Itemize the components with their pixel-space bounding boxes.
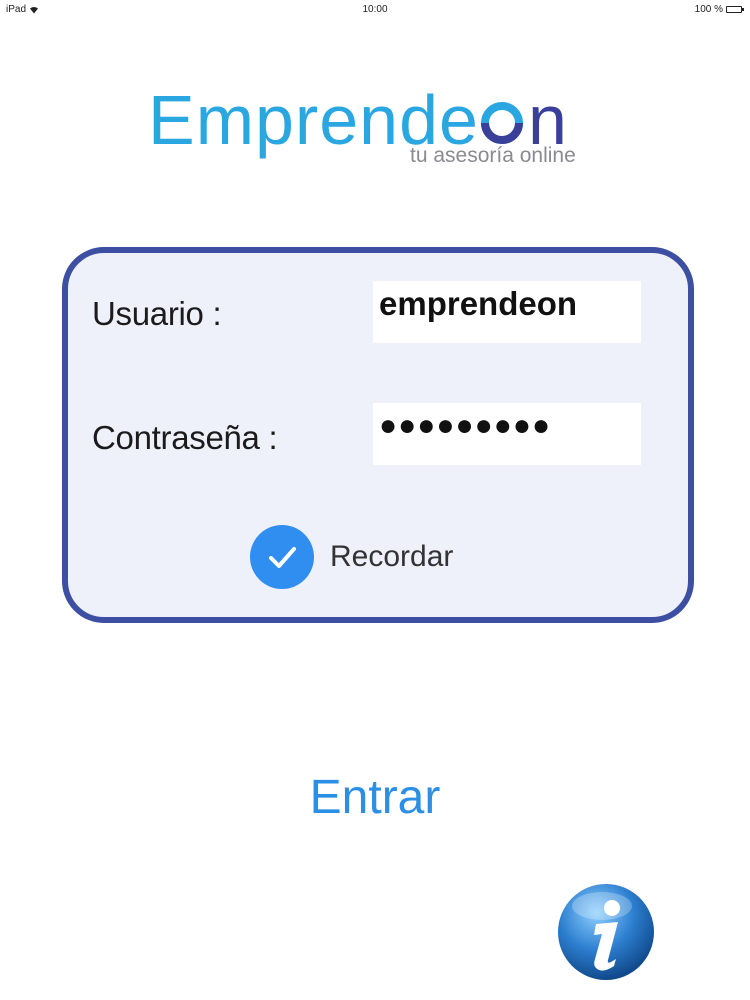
battery-percent: 100 %	[694, 4, 723, 15]
login-screen: iPad 10:00 100 % Emprende n tu asesoría …	[0, 0, 750, 1000]
status-bar: iPad 10:00 100 %	[0, 0, 750, 22]
checkmark-icon[interactable]	[250, 525, 314, 589]
password-label: Contraseña :	[92, 419, 278, 456]
info-icon[interactable]	[556, 882, 656, 982]
remember-toggle[interactable]: Recordar	[250, 525, 453, 589]
logo-tagline: tu asesoría online	[410, 144, 576, 167]
status-time: 10:00	[362, 4, 388, 15]
info-button[interactable]	[556, 882, 656, 982]
enter-button[interactable]: Entrar	[0, 770, 750, 825]
battery-icon	[726, 6, 744, 13]
username-input[interactable]: emprendeon	[373, 281, 641, 343]
logo-graphic: Emprende n tu asesoría online	[148, 81, 576, 167]
brand-logo: Emprende n tu asesoría online	[0, 78, 750, 178]
login-card: Usuario : emprendeon Contraseña : ●●●●●●…	[62, 247, 694, 623]
remember-label: Recordar	[330, 540, 454, 573]
username-label: Usuario :	[92, 295, 222, 332]
status-right: 100 %	[694, 4, 744, 15]
password-input[interactable]: ●●●●●●●●●	[373, 403, 641, 465]
